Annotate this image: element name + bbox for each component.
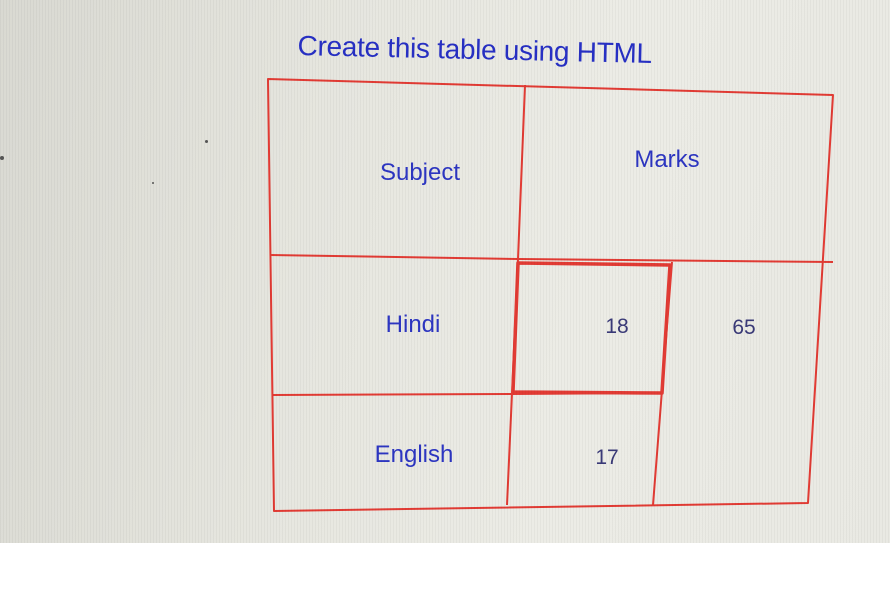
highlighted-cell-border (511, 261, 672, 395)
row-english-mark-cell: 17 (595, 446, 619, 469)
row-hindi-mark-cell: 18 (605, 315, 629, 338)
total-mark-cell: 65 (732, 316, 756, 339)
blank-area (0, 543, 890, 608)
photo-of-monitor: Create this table using HTML Subject Mar… (0, 0, 890, 543)
header-subject-cell: Subject (379, 159, 461, 186)
row-hindi-subject-cell: Hindi (385, 311, 441, 338)
table-outer-border (267, 78, 834, 512)
header-marks-cell: Marks (634, 146, 700, 173)
header-row-border (269, 254, 834, 263)
row-english-subject-cell: English (374, 441, 454, 468)
header-column-border (517, 84, 526, 260)
